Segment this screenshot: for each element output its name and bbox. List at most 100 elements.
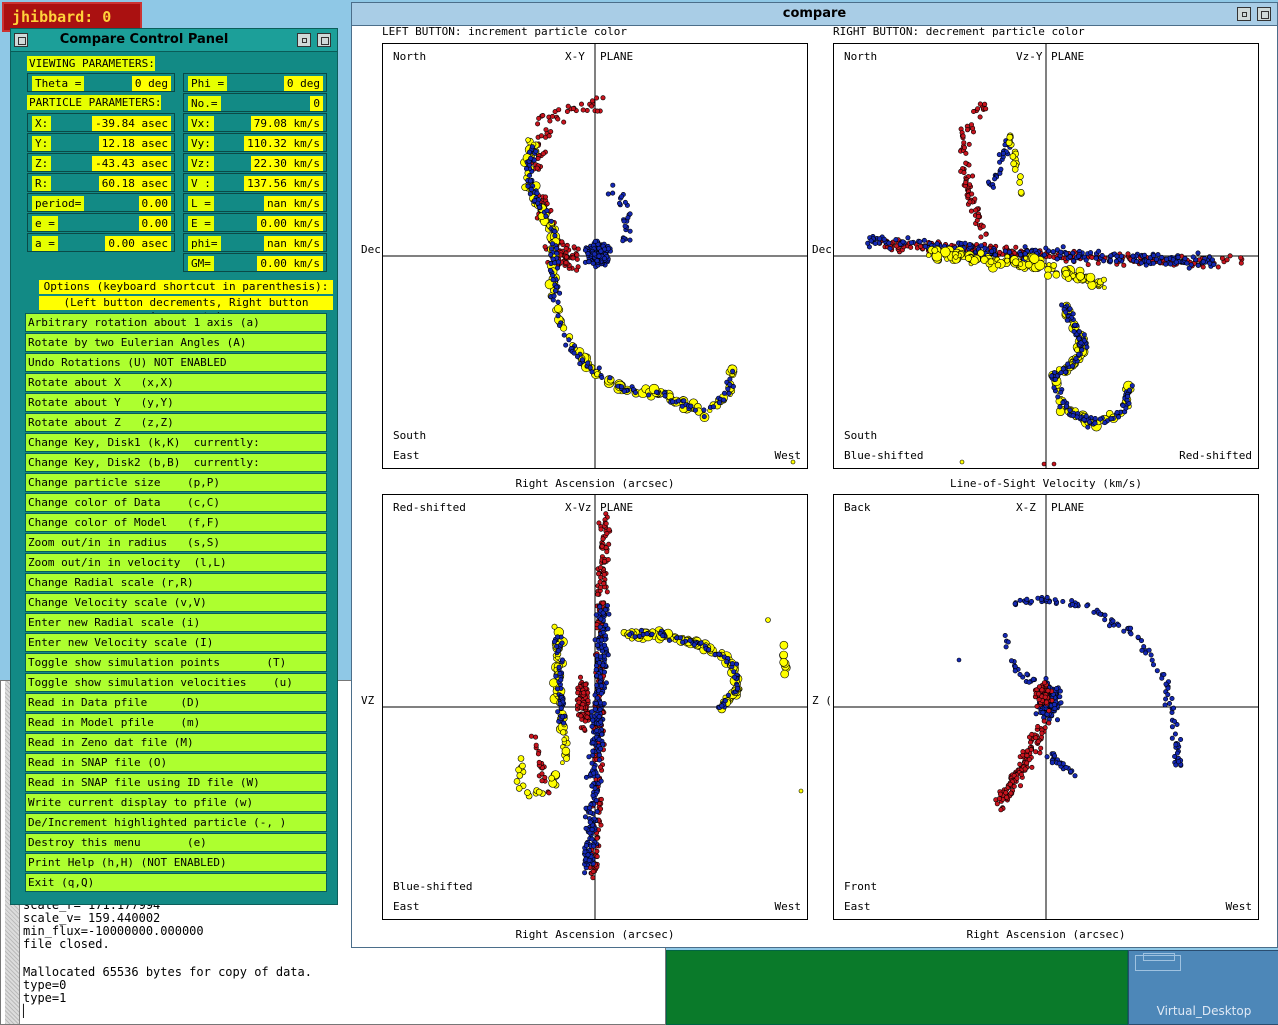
particle-point [962, 240, 968, 246]
phi-field[interactable]: Phi = 0 deg [183, 73, 327, 92]
param-field[interactable]: phi= nan km/s [183, 233, 327, 252]
control-panel-titlebar[interactable]: Compare Control Panel [11, 29, 337, 52]
param-field[interactable]: Vz: 22.30 km/s [183, 153, 327, 172]
param-field[interactable]: X: -39.84 asec [27, 113, 175, 132]
menu-item[interactable]: Destroy this menu (e) [25, 833, 327, 852]
plot-xz[interactable]: Back X-Z PLANE Front East West [833, 494, 1259, 920]
menu-item[interactable]: Toggle show simulation points (T) [25, 653, 327, 672]
minimize-icon[interactable] [297, 33, 311, 47]
plot-label-topleft: North [393, 50, 427, 63]
particle-point [1071, 328, 1077, 334]
param-field[interactable]: Vx: 79.08 km/s [183, 113, 327, 132]
scatter-canvas[interactable] [383, 44, 808, 469]
menu-item[interactable]: Exit (q,Q) [25, 873, 327, 892]
particle-point [978, 234, 984, 240]
menu-item[interactable]: Toggle show simulation velocities (u) [25, 673, 327, 692]
menu-item[interactable]: Rotate about Y (y,Y) [25, 393, 327, 412]
particle-point [594, 695, 600, 701]
param-field[interactable]: R: 60.18 asec [27, 173, 175, 192]
pager-window-thumb[interactable] [1143, 953, 1175, 961]
param-field[interactable]: V : 137.56 km/s [183, 173, 327, 192]
menu-item[interactable]: Zoom out/in in velocity (l,L) [25, 553, 327, 572]
particle-point [1044, 754, 1050, 760]
particle-point [1034, 703, 1040, 709]
plot-xy[interactable]: North X-Y PLANE South East West [382, 43, 808, 469]
particle-point [1018, 252, 1024, 258]
menu-item[interactable]: De/Increment highlighted particle (-, ) [25, 813, 327, 832]
particle-point [583, 843, 589, 849]
particle-point [561, 737, 567, 743]
particle-point [965, 254, 972, 262]
menu-item[interactable]: Read in SNAP file using ID file (W) [25, 773, 327, 792]
menu-item[interactable]: Change color of Model (f,F) [25, 513, 327, 532]
menu-item[interactable]: Undo Rotations (U) NOT ENABLED [25, 353, 327, 372]
param-field[interactable]: period= 0.00 [27, 193, 175, 212]
particle-point [646, 392, 652, 398]
menu-item[interactable]: Enter new Radial scale (i) [25, 613, 327, 632]
maximize-icon[interactable] [1257, 7, 1271, 21]
param-field[interactable]: GM= 0.00 km/s [183, 253, 327, 272]
particle-point [1004, 794, 1010, 800]
plot-xvz[interactable]: Red-shifted X-Vz PLANE Blue-shifted East… [382, 494, 808, 920]
particle-point [552, 228, 558, 234]
param-field[interactable]: Vy: 110.32 km/s [183, 133, 327, 152]
particle-point [726, 390, 732, 396]
particle-point [1057, 404, 1063, 410]
param-field[interactable]: L = nan km/s [183, 193, 327, 212]
param-field[interactable]: Z: -43.43 asec [27, 153, 175, 172]
menu-item[interactable]: Rotate about X (x,X) [25, 373, 327, 392]
menu-item[interactable]: Print Help (h,H) (NOT ENABLED) [25, 853, 327, 872]
particle-point [1003, 644, 1009, 650]
particle-point [587, 819, 593, 825]
particle-point [582, 726, 588, 732]
menu-item[interactable]: Read in SNAP file (O) [25, 753, 327, 772]
particle-no-field[interactable]: No.= 0 [183, 93, 327, 112]
particle-point [529, 144, 535, 150]
menu-item[interactable]: Change Radial scale (r,R) [25, 573, 327, 592]
particle-point [1130, 253, 1136, 259]
menu-item[interactable]: Change Key, Disk2 (b,B) currently: [25, 453, 327, 472]
menu-item[interactable]: Rotate about Z (z,Z) [25, 413, 327, 432]
menu-item[interactable]: Rotate by two Eulerian Angles (A) [25, 333, 327, 352]
menu-item[interactable]: Read in Data pfile (D) [25, 693, 327, 712]
maximize-icon[interactable] [317, 33, 331, 47]
plot-vzy[interactable]: North Vz-Y PLANE South Blue-shifted Red-… [833, 43, 1259, 469]
particle-point [1118, 253, 1124, 259]
menu-item[interactable]: Change Key, Disk1 (k,K) currently: [25, 433, 327, 452]
menu-item[interactable]: Write current display to pfile (w) [25, 793, 327, 812]
menu-item[interactable]: Read in Zeno dat file (M) [25, 733, 327, 752]
compare-titlebar[interactable]: compare [352, 3, 1277, 26]
virtual-desktop-pager[interactable]: Virtual_Desktop [1128, 950, 1278, 1025]
particle-point [622, 223, 628, 229]
particle-point [1087, 419, 1093, 425]
particle-point [1102, 612, 1108, 618]
scatter-canvas[interactable] [834, 495, 1259, 920]
theta-field[interactable]: Theta = 0 deg [27, 73, 175, 92]
menu-item[interactable]: Zoom out/in in radius (s,S) [25, 533, 327, 552]
param-field[interactable]: a = 0.00 asec [27, 233, 175, 252]
param-field[interactable]: Y: 12.18 asec [27, 133, 175, 152]
particle-point [524, 789, 531, 796]
menu-item[interactable]: Change Velocity scale (v,V) [25, 593, 327, 612]
particle-point [563, 260, 569, 266]
scatter-canvas[interactable] [834, 44, 1259, 469]
menu-item[interactable]: Enter new Velocity scale (I) [25, 633, 327, 652]
particle-point [1238, 255, 1244, 261]
particle-point [599, 374, 605, 380]
menu-item[interactable]: Change color of Data (c,C) [25, 493, 327, 512]
menu-item[interactable]: Read in Model pfile (m) [25, 713, 327, 732]
particle-point [1169, 724, 1175, 730]
scatter-canvas[interactable] [383, 495, 808, 920]
particle-point [1129, 383, 1135, 389]
minimize-icon[interactable] [1237, 7, 1251, 21]
particle-point [584, 108, 590, 114]
menu-item[interactable]: Change particle size (p,P) [25, 473, 327, 492]
particle-point [1054, 686, 1060, 692]
particle-point [1039, 730, 1045, 736]
particle-point [633, 390, 639, 396]
param-field[interactable]: E = 0.00 km/s [183, 213, 327, 232]
param-field[interactable]: e = 0.00 [27, 213, 175, 232]
menu-item[interactable]: Arbitrary rotation about 1 axis (a) [25, 313, 327, 332]
particle-point [1127, 387, 1133, 393]
particle-point [1029, 599, 1035, 605]
